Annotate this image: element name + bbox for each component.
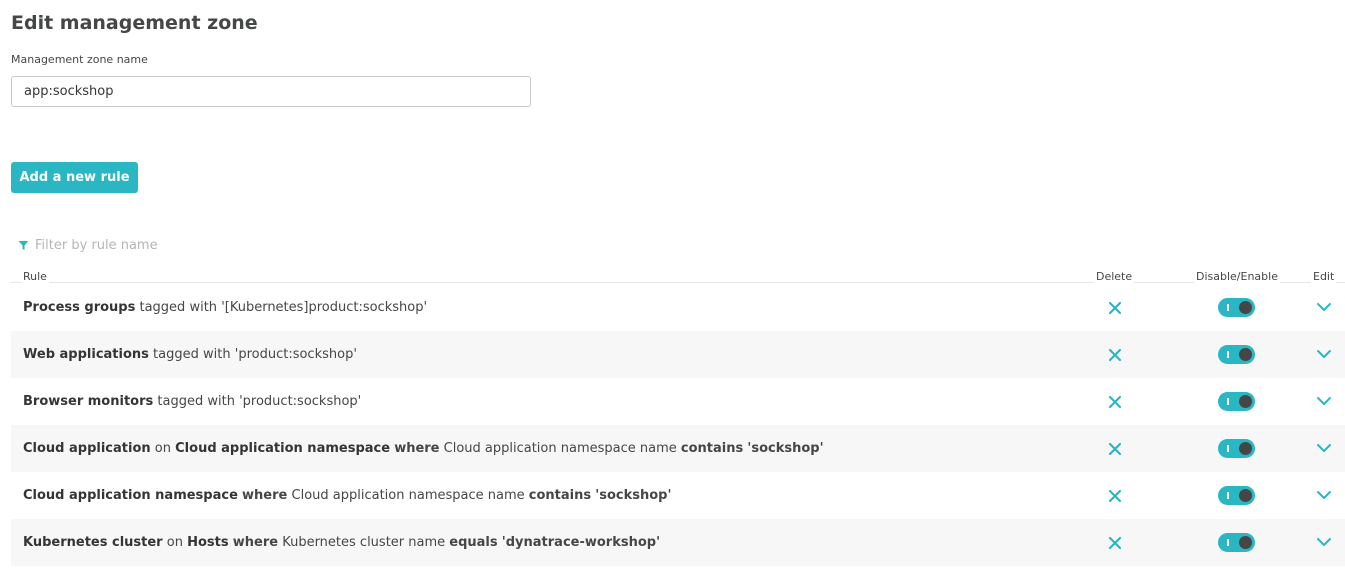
table-row: Process groups tagged with '[Kubernetes]… bbox=[11, 284, 1345, 331]
rule-part: on bbox=[166, 535, 183, 550]
table-row: Browser monitors tagged with 'product:so… bbox=[11, 378, 1345, 425]
chevron-down-icon[interactable] bbox=[1316, 442, 1332, 454]
table-row: Web applications tagged with 'product:so… bbox=[11, 331, 1345, 378]
toggle-on-mark bbox=[1227, 539, 1229, 546]
enable-toggle[interactable] bbox=[1218, 345, 1255, 364]
rule-part: tagged bbox=[153, 347, 199, 362]
rule-part: '[Kubernetes]product:sockshop' bbox=[221, 300, 428, 315]
rule-description: Kubernetes cluster on Hosts where Kubern… bbox=[23, 535, 660, 550]
rule-part: 'sockshop' bbox=[747, 441, 824, 456]
rule-part: where bbox=[232, 535, 279, 550]
rule-filter bbox=[18, 236, 418, 254]
rule-description: Web applications tagged with 'product:so… bbox=[23, 347, 357, 362]
add-rule-button[interactable]: Add a new rule bbox=[11, 162, 138, 193]
toggle-knob bbox=[1239, 536, 1252, 549]
table-row: Cloud application namespace where Cloud … bbox=[11, 472, 1345, 519]
close-icon[interactable] bbox=[1107, 300, 1123, 316]
toggle-knob bbox=[1239, 489, 1252, 502]
toggle-knob bbox=[1239, 442, 1252, 455]
table-header: Rule Delete Disable/Enable Edit bbox=[11, 268, 1345, 284]
table-row: Kubernetes cluster on Hosts where Kubern… bbox=[11, 519, 1345, 566]
toggle-on-mark bbox=[1227, 445, 1229, 452]
rule-part: where bbox=[394, 441, 440, 456]
rule-entity: Cloud application bbox=[23, 441, 151, 456]
header-divider bbox=[11, 282, 1345, 283]
zone-name-label: Management zone name bbox=[11, 53, 148, 66]
filter-icon bbox=[18, 240, 29, 251]
close-icon[interactable] bbox=[1107, 394, 1123, 410]
enable-toggle[interactable] bbox=[1218, 298, 1255, 317]
rule-part: 'product:sockshop' bbox=[234, 347, 357, 362]
zone-name-input[interactable] bbox=[11, 76, 531, 107]
chevron-down-icon[interactable] bbox=[1316, 536, 1332, 548]
rule-part: Hosts bbox=[187, 535, 229, 550]
rule-entity: Web applications bbox=[23, 347, 149, 362]
rule-description: Cloud application on Cloud application n… bbox=[23, 441, 824, 456]
enable-toggle[interactable] bbox=[1218, 392, 1255, 411]
rule-part: Cloud application namespace name bbox=[291, 488, 525, 503]
column-header-delete: Delete bbox=[1094, 270, 1135, 283]
rule-part: with bbox=[189, 300, 218, 315]
rule-description: Cloud application namespace where Cloud … bbox=[23, 488, 671, 503]
toggle-knob bbox=[1239, 348, 1252, 361]
close-icon[interactable] bbox=[1107, 535, 1123, 551]
chevron-down-icon[interactable] bbox=[1316, 348, 1332, 360]
chevron-down-icon[interactable] bbox=[1316, 301, 1332, 313]
rule-entity: Process groups bbox=[23, 300, 136, 315]
rule-entity: Cloud application namespace bbox=[23, 488, 238, 503]
rule-part: 'sockshop' bbox=[595, 488, 672, 503]
management-zone-editor: Edit management zone Management zone nam… bbox=[0, 0, 1345, 585]
rule-part: Kubernetes cluster name bbox=[282, 535, 446, 550]
close-icon[interactable] bbox=[1107, 347, 1123, 363]
rule-part: with bbox=[203, 347, 231, 362]
rule-description: Process groups tagged with '[Kubernetes]… bbox=[23, 300, 427, 315]
rule-part: where bbox=[242, 488, 288, 503]
page-title: Edit management zone bbox=[11, 12, 258, 34]
toggle-knob bbox=[1239, 301, 1252, 314]
chevron-down-icon[interactable] bbox=[1316, 489, 1332, 501]
rule-part: on bbox=[154, 441, 171, 456]
enable-toggle[interactable] bbox=[1218, 486, 1255, 505]
rule-entity: Browser monitors bbox=[23, 394, 154, 409]
close-icon[interactable] bbox=[1107, 488, 1123, 504]
column-header-toggle: Disable/Enable bbox=[1194, 270, 1280, 283]
chevron-down-icon[interactable] bbox=[1316, 395, 1332, 407]
enable-toggle[interactable] bbox=[1218, 533, 1255, 552]
rule-part: Cloud application namespace name bbox=[443, 441, 677, 456]
toggle-knob bbox=[1239, 395, 1252, 408]
table-row: Cloud application on Cloud application n… bbox=[11, 425, 1345, 472]
toggle-on-mark bbox=[1227, 398, 1229, 405]
rule-part: Cloud application namespace bbox=[175, 441, 391, 456]
rule-entity: Kubernetes cluster bbox=[23, 535, 163, 550]
rule-part: with bbox=[207, 394, 235, 409]
toggle-on-mark bbox=[1227, 351, 1229, 358]
rule-part: 'product:sockshop' bbox=[239, 394, 362, 409]
rule-part: contains bbox=[680, 441, 744, 456]
toggle-on-mark bbox=[1227, 304, 1229, 311]
rule-description: Browser monitors tagged with 'product:so… bbox=[23, 394, 361, 409]
close-icon[interactable] bbox=[1107, 441, 1123, 457]
enable-toggle[interactable] bbox=[1218, 439, 1255, 458]
rules-table: Rule Delete Disable/Enable Edit Process … bbox=[11, 268, 1345, 566]
rule-part: tagged bbox=[139, 300, 186, 315]
column-header-rule: Rule bbox=[21, 270, 49, 283]
column-header-edit: Edit bbox=[1311, 270, 1337, 283]
rule-part: 'dynatrace-workshop' bbox=[501, 535, 661, 550]
toggle-on-mark bbox=[1227, 492, 1229, 499]
rule-part: tagged bbox=[157, 394, 204, 409]
rule-part: equals bbox=[449, 535, 498, 550]
filter-input[interactable] bbox=[35, 237, 395, 253]
rule-part: contains bbox=[528, 488, 592, 503]
